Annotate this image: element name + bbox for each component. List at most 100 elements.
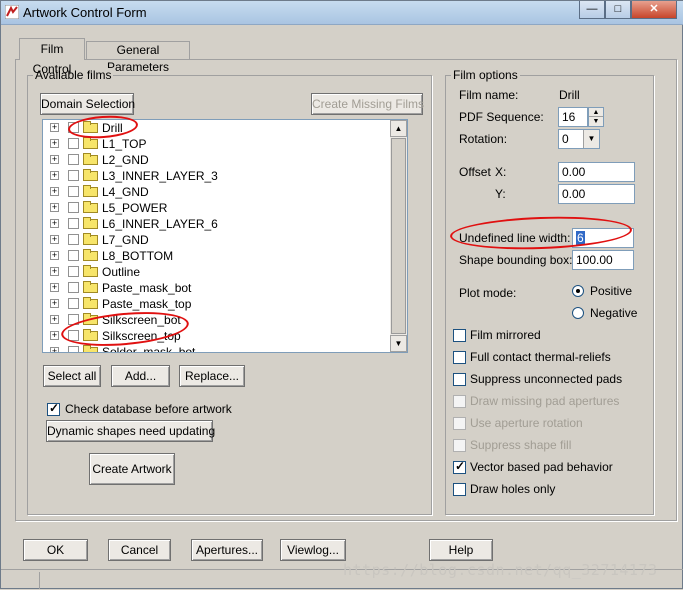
list-item[interactable]: + L6_INNER_LAYER_6	[43, 216, 393, 232]
list-item[interactable]: + L8_BOTTOM	[43, 248, 393, 264]
folder-icon	[83, 169, 98, 181]
expand-icon[interactable]: +	[50, 299, 59, 308]
shape-bounding-box-label: Shape bounding box:	[459, 253, 573, 267]
film-checkbox[interactable]	[68, 170, 79, 181]
expand-icon[interactable]: +	[50, 251, 59, 260]
expand-icon[interactable]: +	[50, 347, 59, 352]
expand-icon[interactable]: +	[50, 235, 59, 244]
film-options-label: Film options	[451, 68, 520, 82]
list-item[interactable]: + L5_POWER	[43, 200, 393, 216]
suppress-shape-fill-checkbox[interactable]	[453, 439, 466, 452]
scroll-down-icon[interactable]: ▼	[390, 335, 407, 352]
film-checkbox[interactable]	[68, 218, 79, 229]
suppress-unconnected-pads-label: Suppress unconnected pads	[470, 372, 623, 386]
scroll-up-icon[interactable]: ▲	[390, 120, 407, 137]
film-checkbox[interactable]	[68, 234, 79, 245]
spin-up-icon[interactable]: ▲	[589, 108, 603, 117]
scroll-thumb[interactable]	[391, 138, 406, 334]
film-name-label: Film name:	[459, 88, 519, 102]
plot-mode-negative-label: Negative	[590, 306, 638, 320]
apertures-button[interactable]: Apertures...	[191, 539, 263, 561]
spin-down-icon[interactable]: ▼	[589, 117, 603, 126]
draw-holes-only-checkbox[interactable]	[453, 483, 466, 496]
vector-based-pad-behavior-checkbox[interactable]: ✓	[453, 459, 466, 474]
full-contact-thermal-reliefs-label: Full contact thermal-reliefs	[470, 350, 611, 364]
film-checkbox[interactable]	[68, 202, 79, 213]
checkmark-icon: ✓	[455, 459, 466, 473]
replace-button[interactable]: Replace...	[179, 365, 245, 387]
chevron-down-icon[interactable]: ▼	[583, 130, 599, 148]
check-database-checkbox[interactable]: ✓	[47, 401, 60, 416]
film-label: Paste_mask_bot	[102, 281, 192, 295]
expand-icon[interactable]: +	[50, 139, 59, 148]
create-missing-films-button[interactable]: Create Missing Films	[311, 93, 424, 115]
expand-icon[interactable]: +	[50, 219, 59, 228]
select-all-button[interactable]: Select all	[43, 365, 101, 387]
expand-icon[interactable]: +	[50, 203, 59, 212]
dynamic-shapes-button[interactable]: Dynamic shapes need updating	[46, 420, 215, 442]
expand-icon[interactable]: +	[50, 187, 59, 196]
list-item[interactable]: + Paste_mask_top	[43, 296, 393, 312]
full-contact-thermal-reliefs-checkbox[interactable]	[453, 351, 466, 364]
plot-mode-positive-radio[interactable]	[572, 285, 584, 297]
pdf-sequence-spinner[interactable]: ▲ ▼	[588, 107, 604, 127]
suppress-unconnected-pads-checkbox[interactable]	[453, 373, 466, 386]
draw-missing-pad-apertures-checkbox[interactable]	[453, 395, 466, 408]
plot-mode-negative-radio[interactable]	[572, 307, 584, 319]
film-checkbox[interactable]	[68, 154, 79, 165]
film-checkbox[interactable]	[68, 266, 79, 277]
list-item[interactable]: + L3_INNER_LAYER_3	[43, 168, 393, 184]
expand-icon[interactable]: +	[50, 171, 59, 180]
list-item[interactable]: + Outline	[43, 264, 393, 280]
close-button[interactable]: ✕	[631, 1, 677, 19]
create-artwork-button[interactable]: Create Artwork	[89, 453, 175, 485]
film-checkbox[interactable]	[68, 298, 79, 309]
folder-icon	[83, 185, 98, 197]
vertical-scrollbar[interactable]: ▲ ▼	[390, 120, 407, 352]
expand-icon[interactable]: +	[50, 123, 59, 132]
draw-holes-only-label: Draw holes only	[470, 482, 556, 496]
film-label: L5_POWER	[102, 201, 168, 215]
film-checkbox[interactable]	[68, 250, 79, 261]
minimize-button[interactable]: —	[579, 1, 605, 19]
film-label: L2_GND	[102, 153, 149, 167]
film-checkbox[interactable]	[68, 282, 79, 293]
offset-x-input[interactable]: 0.00	[558, 162, 635, 182]
title-bar[interactable]: Artwork Control Form — □ ✕	[1, 1, 683, 25]
pdf-sequence-input[interactable]: 16	[558, 107, 588, 127]
expand-icon[interactable]: +	[50, 315, 59, 324]
help-button[interactable]: Help	[429, 539, 493, 561]
watermark-text: https://blog.csdn.net/qq_32714173	[343, 561, 658, 579]
folder-icon	[83, 297, 98, 309]
tab-general-parameters[interactable]: General Parameters	[86, 41, 190, 74]
expand-icon[interactable]: +	[50, 267, 59, 276]
tab-film-control[interactable]: Film Control	[19, 38, 85, 76]
add-button[interactable]: Add...	[111, 365, 170, 387]
domain-selection-button[interactable]: Domain Selection	[40, 93, 135, 115]
expand-icon[interactable]: +	[50, 331, 59, 340]
expand-icon[interactable]: +	[50, 283, 59, 292]
expand-icon[interactable]: +	[50, 155, 59, 164]
list-item[interactable]: + L7_GND	[43, 232, 393, 248]
ok-button[interactable]: OK	[23, 539, 88, 561]
list-item[interactable]: + L4_GND	[43, 184, 393, 200]
shape-bounding-box-input[interactable]: 100.00	[572, 250, 634, 270]
vector-based-pad-behavior-label: Vector based pad behavior	[470, 460, 613, 474]
use-aperture-rotation-checkbox[interactable]	[453, 417, 466, 430]
offset-y-label: Y:	[495, 187, 506, 201]
film-checkbox[interactable]	[68, 346, 79, 352]
rotation-value: 0	[562, 132, 569, 146]
list-item[interactable]: + L2_GND	[43, 152, 393, 168]
list-item[interactable]: + L1_TOP	[43, 136, 393, 152]
rotation-select[interactable]: 0 ▼	[558, 129, 600, 149]
film-label: L1_TOP	[102, 137, 147, 151]
cancel-button[interactable]: Cancel	[108, 539, 171, 561]
viewlog-button[interactable]: Viewlog...	[280, 539, 346, 561]
film-mirrored-checkbox[interactable]	[453, 329, 466, 342]
film-label: Paste_mask_top	[102, 297, 192, 311]
offset-y-input[interactable]: 0.00	[558, 184, 635, 204]
film-checkbox[interactable]	[68, 186, 79, 197]
film-checkbox[interactable]	[68, 138, 79, 149]
list-item[interactable]: + Paste_mask_bot	[43, 280, 393, 296]
maximize-button[interactable]: □	[605, 1, 631, 19]
